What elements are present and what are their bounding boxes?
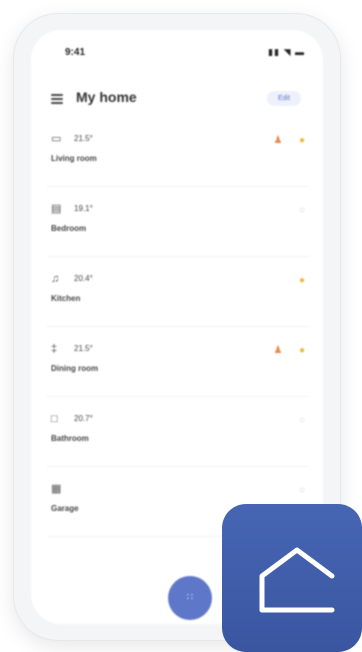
bathtub-icon: □	[51, 413, 58, 425]
room-name: Dining room	[51, 364, 99, 373]
room-card-kitchen[interactable]: ♫ 20.4° Kitchen ●	[47, 266, 309, 327]
room-card-bathroom[interactable]: □ 20.7° Bathroom ○	[47, 406, 309, 467]
room-temperature: 21.5°	[74, 344, 93, 353]
light-bulb-icon[interactable]: ●	[295, 344, 309, 358]
room-temperature: 20.7°	[74, 414, 93, 423]
status-time: 9:41	[65, 47, 86, 58]
tv-icon: ▭	[51, 133, 62, 145]
room-card-bedroom[interactable]: ▤ 19.1° Bedroom ○	[47, 196, 309, 257]
room-name: Bathroom	[51, 434, 89, 443]
room-card-living-room[interactable]: ▭ 21.5° Living room ♟ ●	[47, 126, 309, 187]
light-bulb-icon[interactable]: ●	[295, 274, 309, 288]
room-temperature: 21.5°	[74, 134, 93, 143]
edit-button[interactable]: Edit	[267, 91, 301, 106]
page-title: My home	[76, 89, 137, 105]
cooking-pot-icon: ♫	[51, 273, 60, 285]
status-icons: ▮▮ ◥ ▬	[268, 47, 305, 57]
room-temperature: 19.1°	[74, 204, 93, 213]
app-header: My home Edit	[31, 86, 323, 114]
grid-icon: ∷	[186, 592, 194, 603]
device-off-icon[interactable]: ○	[295, 204, 309, 218]
add-device-fab[interactable]: ∷	[168, 576, 212, 620]
garage-icon: ▦	[51, 483, 62, 495]
cutlery-icon: ‡	[51, 343, 58, 355]
light-bulb-icon[interactable]: ●	[295, 134, 309, 148]
room-temperature: 20.4°	[74, 274, 93, 283]
room-name: Living room	[51, 154, 97, 163]
hamburger-menu-icon[interactable]	[51, 94, 63, 104]
room-name: Garage	[51, 504, 79, 513]
house-outline-icon	[259, 547, 335, 613]
room-card-dining-room[interactable]: ‡ 21.5° Dining room ♟ ●	[47, 336, 309, 397]
app-icon[interactable]	[222, 504, 362, 652]
bed-icon: ▤	[51, 203, 62, 215]
room-name: Bedroom	[51, 224, 87, 233]
person-sensor-icon[interactable]: ♟	[271, 134, 285, 148]
device-off-icon[interactable]: ○	[295, 484, 309, 498]
person-sensor-icon[interactable]: ♟	[271, 344, 285, 358]
room-name: Kitchen	[51, 294, 81, 303]
light-bulb-off-icon[interactable]: ○	[295, 414, 309, 428]
status-bar: 9:41 ▮▮ ◥ ▬	[31, 30, 323, 76]
